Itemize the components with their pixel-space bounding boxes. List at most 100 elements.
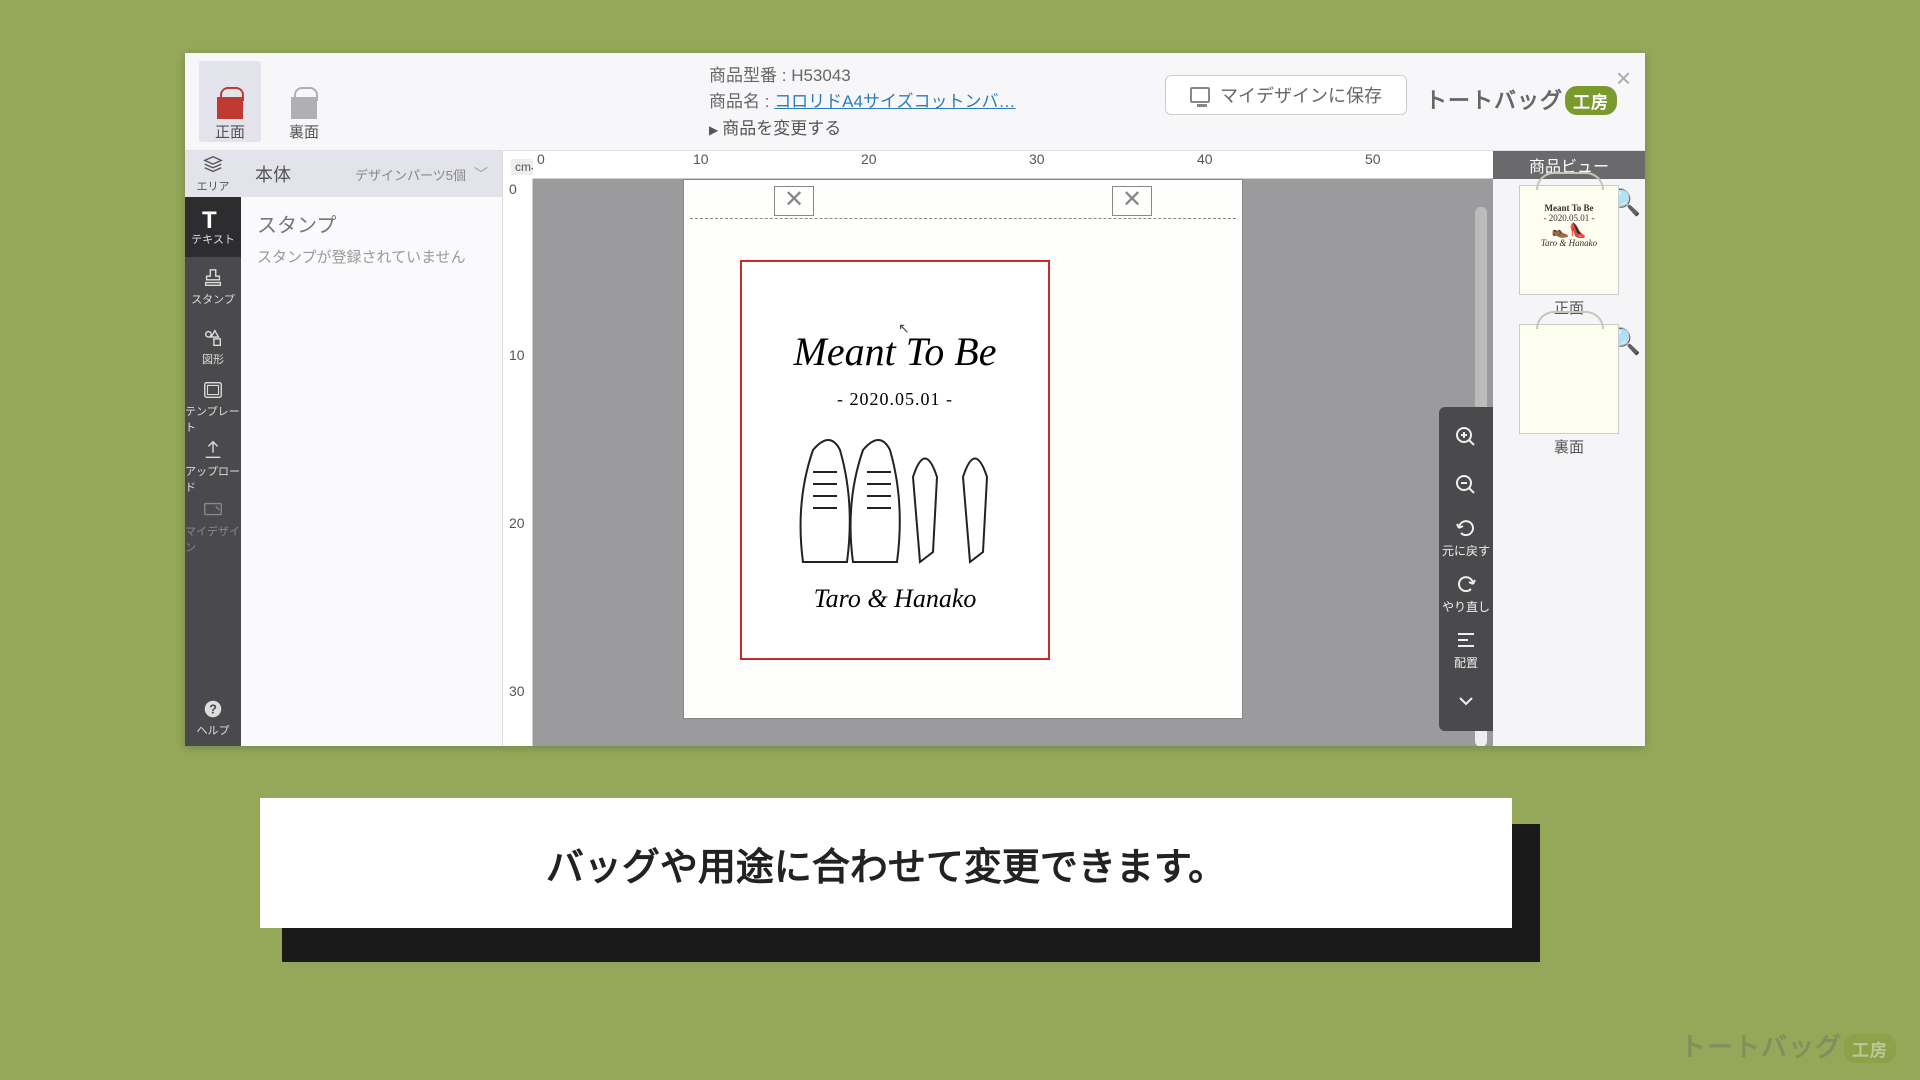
ruler-h-tick: 40	[1197, 151, 1213, 167]
header: 正面 裏面 商品型番 : H53043 商品名 : コロリドA4サイズコットンバ…	[185, 53, 1645, 151]
product-code: H53043	[791, 66, 851, 85]
shoes-illustration[interactable]	[785, 422, 1005, 572]
tool-template-label: テンプレート	[185, 403, 241, 435]
zoom-in-button[interactable]	[1439, 413, 1493, 461]
wm-main: トートバッグ	[1680, 1032, 1842, 1062]
tab-front[interactable]: 正面	[199, 61, 261, 142]
tab-back-label: 裏面	[289, 121, 319, 142]
monitor-icon	[1190, 87, 1210, 103]
view-tabs: 正面 裏面	[185, 53, 349, 150]
cursor-icon: ↖	[898, 320, 910, 337]
bag-icon-back	[287, 87, 321, 119]
zoom-in-icon	[1454, 425, 1478, 449]
product-code-label: 商品型番 :	[709, 66, 786, 85]
ruler-v-tick: 10	[509, 347, 525, 363]
ruler-h-tick: 0	[537, 151, 545, 167]
brand-logo: トートバッグ工房	[1425, 53, 1645, 150]
product-name-link[interactable]: コロリドA4サイズコットンバ…	[774, 92, 1015, 111]
tool-mydesign[interactable]: マイデザイン	[185, 497, 241, 557]
help-icon: ?	[202, 698, 224, 720]
ruler-v-tick: 20	[509, 515, 525, 531]
ruler-vertical: 0 10 20 30	[503, 179, 533, 746]
ruler-h-tick: 50	[1365, 151, 1381, 167]
undo-icon	[1454, 516, 1478, 540]
stamp-title: スタンプ	[241, 197, 502, 242]
align-icon	[1454, 628, 1478, 652]
body-label: 本体	[255, 161, 291, 187]
tool-shape[interactable]: 図形	[185, 317, 241, 377]
tab-front-label: 正面	[215, 121, 245, 142]
side-toolbar: エリア T テキスト スタンプ 図形 テンプレート アップロード	[185, 151, 241, 746]
preview-front-image: Meant To Be- 2020.05.01 -👞👠Taro & Hanako	[1519, 185, 1619, 295]
stamp-panel-header[interactable]: 本体 デザインパーツ5個 ﹀	[241, 151, 502, 197]
change-product-link[interactable]: 商品を変更する	[709, 116, 1147, 142]
handle-right-icon: ✕	[1112, 186, 1152, 216]
zoom-out-icon	[1454, 473, 1478, 497]
preview-back-label: 裏面	[1499, 436, 1639, 457]
ruler-h-tick: 20	[861, 151, 877, 167]
brand-main: トートバッグ	[1425, 88, 1563, 113]
close-icon[interactable]: ×	[1616, 63, 1631, 94]
scrollbar-thumb[interactable]	[1475, 207, 1487, 437]
expand-down-button[interactable]	[1439, 677, 1493, 725]
tool-text-label: テキスト	[191, 231, 235, 247]
mydesign-icon	[202, 499, 224, 521]
tool-area-label: エリア	[197, 178, 230, 194]
ruler-horizontal: 0 10 20 30 40 50	[533, 151, 1493, 179]
template-icon	[202, 379, 224, 401]
tool-upload-label: アップロード	[185, 463, 241, 495]
tab-back[interactable]: 裏面	[273, 61, 335, 142]
preview-back[interactable]: 🔍 裏面	[1493, 318, 1645, 457]
save-design-button[interactable]: マイデザインに保存	[1165, 75, 1407, 115]
ruler-h-tick: 30	[1029, 151, 1045, 167]
watermark-logo: トートバッグ工房	[1680, 1027, 1896, 1064]
align-button[interactable]: 配置	[1439, 621, 1493, 677]
tool-text[interactable]: T テキスト	[185, 197, 241, 257]
undo-button[interactable]: 元に戻す	[1439, 509, 1493, 565]
svg-text:?: ?	[209, 702, 217, 717]
preview-front[interactable]: 🔍 Meant To Be- 2020.05.01 -👞👠Taro & Hana…	[1493, 179, 1645, 318]
redo-button[interactable]: やり直し	[1439, 565, 1493, 621]
caption-container: バッグや用途に合わせて変更できます。	[260, 798, 1512, 946]
product-info: 商品型番 : H53043 商品名 : コロリドA4サイズコットンバ… 商品を変…	[349, 53, 1147, 150]
stamp-empty-text: スタンプが登録されていません	[241, 242, 502, 271]
layers-icon	[202, 154, 224, 176]
ruler-v-tick: 30	[509, 683, 525, 699]
tool-upload[interactable]: アップロード	[185, 437, 241, 497]
save-button-label: マイデザインに保存	[1220, 82, 1382, 108]
parts-count: デザインパーツ5個	[355, 165, 466, 184]
stamp-panel: 本体 デザインパーツ5個 ﹀ スタンプ スタンプが登録されていません	[241, 151, 503, 746]
canvas-stage[interactable]: ✕ ✕ ↖ Meant To Be - 2020.05.01 -	[533, 179, 1493, 746]
upload-icon	[202, 439, 224, 461]
preview-back-image	[1519, 324, 1619, 434]
canvas-area: cm◀▶ 0 10 20 30 40 50 0 10 20 30 ✕ ✕	[503, 151, 1493, 746]
design-text-main[interactable]: Meant To Be	[794, 328, 997, 375]
ruler-h-tick: 10	[693, 151, 709, 167]
editor-body: エリア T テキスト スタンプ 図形 テンプレート アップロード	[185, 151, 1645, 746]
align-label: 配置	[1454, 654, 1478, 671]
chevron-down-icon	[1454, 689, 1478, 713]
tool-help[interactable]: ? ヘルプ	[185, 690, 241, 746]
tool-help-label: ヘルプ	[197, 722, 230, 738]
zoom-out-button[interactable]	[1439, 461, 1493, 509]
app-window: × 正面 裏面 商品型番 : H53043 商品名 : コロリドA4サイズコット…	[185, 53, 1645, 746]
tool-area[interactable]: エリア	[185, 151, 241, 197]
brand-bubble: 工房	[1565, 86, 1617, 115]
design-area[interactable]: ↖ Meant To Be - 2020.05.01 -	[740, 260, 1050, 660]
shapes-icon	[202, 327, 224, 349]
stamp-icon	[202, 267, 224, 289]
text-icon: T	[202, 207, 224, 229]
caption-text: バッグや用途に合わせて変更できます。	[260, 798, 1512, 928]
tool-stamp[interactable]: スタンプ	[185, 257, 241, 317]
tool-stamp-label: スタンプ	[191, 291, 235, 307]
preview-panel: 商品ビュー 🔍 Meant To Be- 2020.05.01 -👞👠Taro …	[1493, 151, 1645, 746]
wm-bubble: 工房	[1844, 1034, 1896, 1063]
design-text-date[interactable]: - 2020.05.01 -	[837, 389, 953, 410]
design-text-names[interactable]: Taro & Hanako	[814, 584, 977, 614]
redo-label: やり直し	[1442, 598, 1490, 615]
ruler-v-tick: 0	[509, 181, 517, 197]
tool-template[interactable]: テンプレート	[185, 377, 241, 437]
undo-label: 元に戻す	[1442, 542, 1490, 559]
handle-left-icon: ✕	[774, 186, 814, 216]
product-name-label: 商品名 :	[709, 92, 769, 111]
